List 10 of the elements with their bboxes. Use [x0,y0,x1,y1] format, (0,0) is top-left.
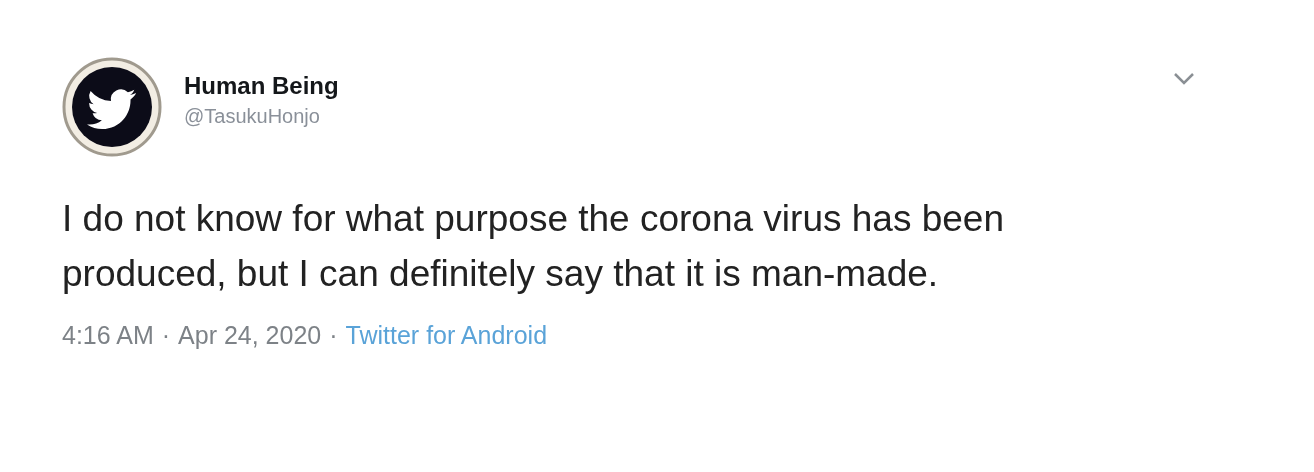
author-name[interactable]: Human Being [184,71,339,101]
tweet-date[interactable]: Apr 24, 2020 [178,321,322,350]
separator-dot: · [161,321,171,350]
avatar-bird-icon[interactable] [62,57,162,157]
chevron-down-icon[interactable] [1172,71,1196,87]
author-handle[interactable]: @TasukuHonjo [184,101,339,131]
tweet-time[interactable]: 4:16 AM [62,321,154,350]
tweet-text: I do not know for what purpose the corona virus has been produced, but I can definitely say that it is man-made. [62,197,1006,296]
source-link[interactable]: Twitter for Android [345,321,548,350]
separator-dot: · [329,321,338,350]
